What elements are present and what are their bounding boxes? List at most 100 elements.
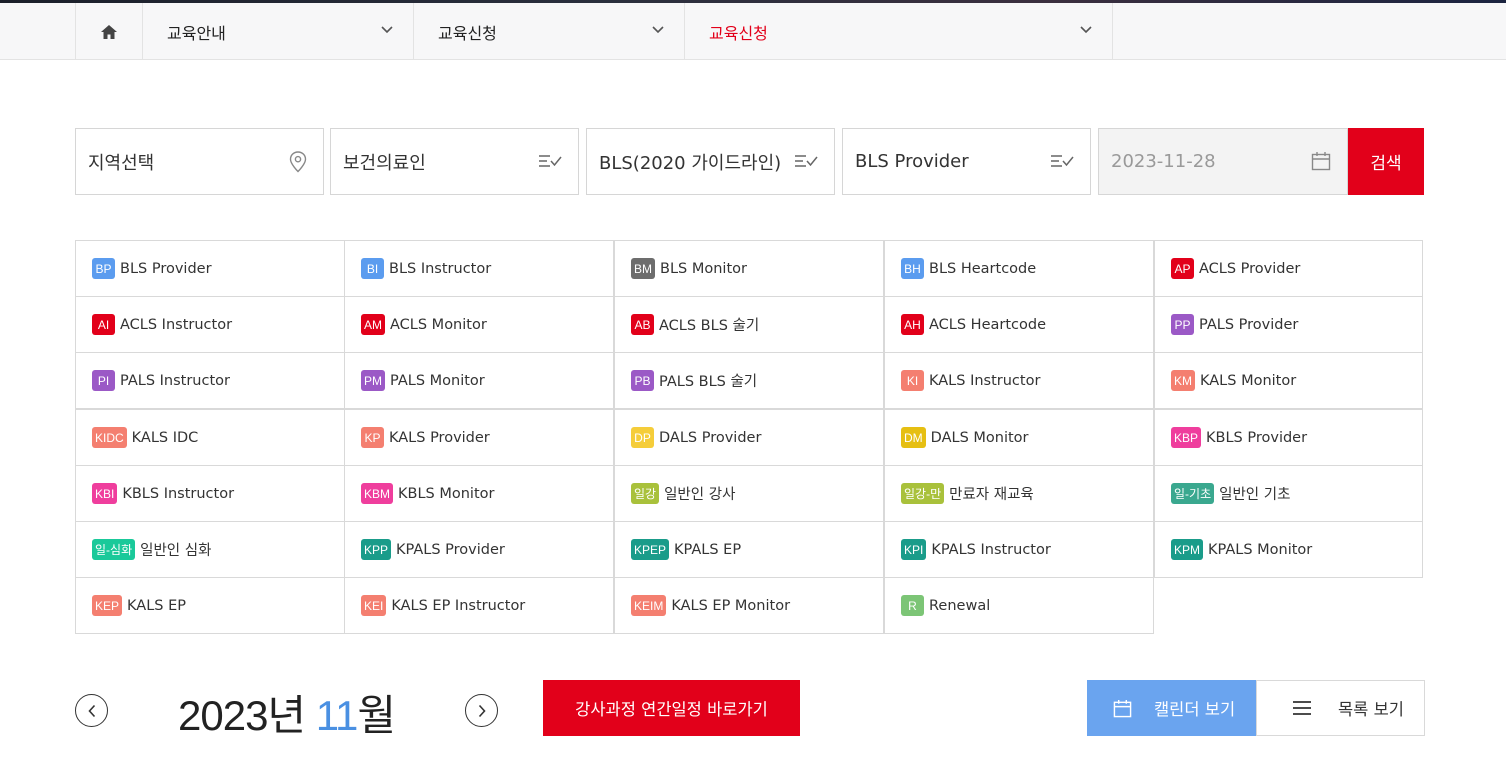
course-item[interactable]: KBI KBLS Instructor — [75, 465, 345, 522]
course-name: ACLS Heartcode — [929, 316, 1047, 333]
course-code-badge: KEP — [92, 595, 123, 616]
course-item[interactable]: AB ACLS BLS 술기 — [614, 296, 884, 353]
crumb-2[interactable]: 교육신청 — [414, 3, 685, 60]
course-item[interactable]: KPM KPALS Monitor — [1154, 521, 1423, 578]
course-item[interactable]: KEI KALS EP Instructor — [344, 577, 614, 634]
course-code-badge: AI — [92, 314, 115, 335]
course-item[interactable]: 일-심화 일반인 심화 — [75, 521, 345, 578]
course-item[interactable]: PP PALS Provider — [1154, 296, 1423, 353]
course-name: KBLS Provider — [1206, 429, 1308, 446]
course-name: KPALS Provider — [396, 541, 505, 558]
course-name: DALS Monitor — [930, 429, 1029, 446]
course-name: KPALS Monitor — [1208, 541, 1313, 558]
course-name: ACLS Instructor — [120, 316, 233, 333]
course-item[interactable]: KPP KPALS Provider — [344, 521, 614, 578]
crumb-2-label: 교육신청 — [438, 23, 497, 43]
course-item[interactable]: 일강 일반인 강사 — [614, 465, 884, 522]
course-name: KALS Provider — [389, 429, 490, 446]
course-item[interactable]: AH ACLS Heartcode — [884, 296, 1154, 353]
course-code-badge: KI — [901, 370, 924, 391]
course-name: DALS Provider — [659, 429, 762, 446]
calendar-view-label: 캘린더 보기 — [1154, 700, 1236, 719]
region-select[interactable]: 지역선택 — [75, 128, 324, 195]
course-item[interactable]: BI BLS Instructor — [344, 240, 614, 297]
course-code-badge: R — [901, 595, 924, 616]
annual-schedule-button[interactable]: 강사과정 연간일정 바로가기 — [543, 680, 800, 736]
crumb-3[interactable]: 교육신청 — [685, 3, 1113, 60]
crumb-1-label: 교육안내 — [167, 23, 226, 43]
course-item[interactable]: BH BLS Heartcode — [884, 240, 1154, 297]
menu-lines-icon — [1293, 701, 1311, 715]
course-item[interactable]: 일강-만 만료자 재교육 — [884, 465, 1154, 522]
course-code-badge: KP — [361, 427, 384, 448]
date-input[interactable]: 2023-11-28 — [1098, 128, 1348, 195]
calendar-view-button[interactable]: 캘린더 보기 — [1087, 680, 1256, 736]
prev-month-button[interactable] — [75, 694, 108, 727]
course-code-badge: KEI — [361, 595, 387, 616]
course-item[interactable]: PM PALS Monitor — [344, 352, 614, 409]
month-suffix: 월 — [357, 692, 396, 739]
course-name: 일반인 심화 — [140, 543, 212, 559]
course-name: KALS EP — [127, 597, 186, 614]
course-item[interactable]: PB PALS BLS 술기 — [614, 352, 884, 409]
list-view-button[interactable]: 목록 보기 — [1256, 680, 1425, 736]
course-item[interactable]: R Renewal — [884, 577, 1154, 634]
course-item[interactable]: KPI KPALS Instructor — [884, 521, 1154, 578]
course-name: ACLS Provider — [1199, 260, 1301, 277]
course-name: PALS Provider — [1199, 316, 1299, 333]
course-code-badge: PI — [92, 370, 115, 391]
type-select[interactable]: BLS Provider — [842, 128, 1091, 195]
calendar-icon — [1113, 699, 1132, 717]
course-code-badge: AM — [361, 314, 385, 335]
current-month: 2023년 11월 — [178, 682, 396, 743]
course-item[interactable]: KIDC KALS IDC — [75, 409, 345, 466]
course-name: KALS Instructor — [929, 372, 1041, 389]
course-item[interactable]: KBM KBLS Monitor — [344, 465, 614, 522]
course-code-badge: KPI — [901, 539, 927, 560]
course-item[interactable]: DP DALS Provider — [614, 409, 884, 466]
course-code-badge: 일강-만 — [901, 483, 945, 504]
course-item[interactable]: KBP KBLS Provider — [1154, 409, 1423, 466]
course-item[interactable]: KP KALS Provider — [344, 409, 614, 466]
course-item[interactable]: AM ACLS Monitor — [344, 296, 614, 353]
course-code-badge: KBM — [361, 483, 394, 504]
course-item[interactable]: 일-기초 일반인 기초 — [1154, 465, 1423, 522]
course-item[interactable]: BM BLS Monitor — [614, 240, 884, 297]
list-check-icon — [795, 155, 818, 167]
course-name: KALS IDC — [131, 429, 199, 446]
course-name: KPALS Instructor — [931, 541, 1051, 558]
course-item[interactable]: KEIM KALS EP Monitor — [614, 577, 884, 634]
course-item[interactable]: KI KALS Instructor — [884, 352, 1154, 409]
course-name: KALS Monitor — [1200, 372, 1297, 389]
course-name: Renewal — [929, 597, 991, 614]
course-item[interactable]: KEP KALS EP — [75, 577, 345, 634]
chevron-down-icon — [381, 26, 393, 34]
list-check-icon — [1051, 155, 1074, 167]
home-button[interactable] — [75, 3, 143, 60]
chevron-down-icon — [1080, 26, 1092, 34]
region-select-label: 지역선택 — [88, 152, 155, 174]
crumb-1[interactable]: 교육안내 — [143, 3, 414, 60]
search-button[interactable]: 검색 — [1348, 128, 1424, 195]
course-code-badge: BP — [92, 258, 115, 279]
course-code-badge: PM — [361, 370, 385, 391]
course-code-badge: BM — [631, 258, 655, 279]
course-item[interactable]: KM KALS Monitor — [1154, 352, 1423, 409]
next-month-button[interactable] — [465, 694, 498, 727]
course-item[interactable]: KPEP KPALS EP — [614, 521, 884, 578]
calendar-icon[interactable] — [1311, 151, 1331, 171]
course-code-badge: KM — [1171, 370, 1195, 391]
target-select[interactable]: 보건의료인 — [330, 128, 579, 195]
course-select[interactable]: BLS(2020 가이드라인) — [586, 128, 835, 195]
course-name: 일반인 강사 — [664, 487, 736, 503]
course-code-badge: BI — [361, 258, 384, 279]
course-item[interactable]: BP BLS Provider — [75, 240, 345, 297]
course-code-badge: PP — [1171, 314, 1194, 335]
course-item[interactable]: DM DALS Monitor — [884, 409, 1154, 466]
course-item[interactable]: PI PALS Instructor — [75, 352, 345, 409]
course-item[interactable]: AP ACLS Provider — [1154, 240, 1423, 297]
course-item[interactable]: AI ACLS Instructor — [75, 296, 345, 353]
course-select-label: BLS(2020 가이드라인) — [599, 152, 782, 174]
course-name: KBLS Instructor — [122, 485, 235, 502]
course-code-badge: AB — [631, 314, 654, 335]
